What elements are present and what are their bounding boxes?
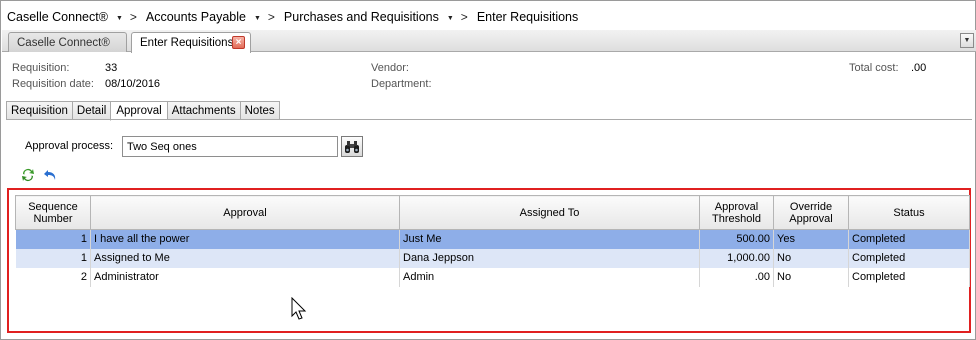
tab-attachments[interactable]: Attachments (166, 101, 240, 120)
cell-approval: Administrator (90, 267, 400, 287)
table-row[interactable]: 1 I have all the power Just Me 500.00 Ye… (15, 229, 970, 249)
breadcrumb-item-purchases-and-requisitions[interactable]: Purchases and Requisitions (284, 10, 439, 24)
chevron-down-icon[interactable]: ▼ (254, 15, 261, 22)
total-cost-value: .00 (911, 62, 927, 74)
chevron-down-icon[interactable]: ▼ (447, 15, 454, 22)
cell-threshold: 500.00 (699, 229, 774, 249)
document-tab-strip: Caselle Connect® Enter Requisitions × ▼ (2, 30, 976, 53)
column-header-approval-threshold[interactable]: Approval Threshold (699, 195, 774, 230)
tab-label: Enter Requisitions (140, 37, 234, 49)
cell-threshold: 1,000.00 (699, 248, 774, 268)
department-label: Department: (371, 78, 432, 90)
tab-notes[interactable]: Notes (239, 101, 280, 120)
cell-approval: I have all the power (90, 229, 400, 249)
breadcrumb-separator-icon: > (267, 10, 275, 24)
vendor-label: Vendor: (371, 62, 409, 74)
tab-requisition[interactable]: Requisition (6, 101, 72, 120)
requisition-date-value: 08/10/2016 (105, 78, 161, 90)
requisition-value: 33 (105, 62, 118, 74)
requisition-label: Requisition: (12, 62, 70, 74)
breadcrumb-item-caselle-connect[interactable]: Caselle Connect® (7, 10, 108, 24)
cell-assigned-to: Admin (399, 267, 700, 287)
cell-sequence: 1 (15, 248, 91, 268)
column-header-approval[interactable]: Approval (90, 195, 400, 230)
binoculars-search-button[interactable] (341, 136, 363, 157)
approval-process-input[interactable] (122, 136, 338, 157)
breadcrumb-item-accounts-payable[interactable]: Accounts Payable (146, 10, 246, 24)
cell-status: Completed (848, 248, 970, 268)
total-cost-label: Total cost: (849, 62, 899, 74)
tab-caselle-connect[interactable]: Caselle Connect® (8, 32, 127, 52)
refresh-icon[interactable] (20, 167, 36, 183)
breadcrumb-separator-icon: > (460, 10, 468, 24)
tab-enter-requisitions[interactable]: Enter Requisitions × (131, 32, 251, 53)
cell-threshold: .00 (699, 267, 774, 287)
cell-sequence: 2 (15, 267, 91, 287)
column-header-override-approval[interactable]: Override Approval (773, 195, 849, 230)
chevron-down-icon[interactable]: ▼ (116, 15, 123, 22)
cell-override: No (773, 248, 849, 268)
cell-override: Yes (773, 229, 849, 249)
tab-divider (6, 119, 972, 120)
approval-grid: Sequence Number Approval Assigned To App… (15, 195, 970, 287)
cell-sequence: 1 (15, 229, 91, 249)
column-header-sequence-number[interactable]: Sequence Number (15, 195, 91, 230)
tab-label: Caselle Connect® (17, 36, 110, 49)
breadcrumb: Caselle Connect® ▼ > Accounts Payable ▼ … (7, 9, 578, 25)
requisition-date-label: Requisition date: (12, 78, 94, 90)
table-row[interactable]: 2 Administrator Admin .00 No Completed (15, 267, 970, 287)
tab-approval[interactable]: Approval (110, 101, 167, 121)
cell-approval: Assigned to Me (90, 248, 400, 268)
cell-status: Completed (848, 267, 970, 287)
tab-detail[interactable]: Detail (71, 101, 111, 120)
binoculars-icon (345, 140, 359, 153)
column-header-assigned-to[interactable]: Assigned To (399, 195, 700, 230)
tab-list-dropdown-button[interactable]: ▼ (960, 33, 974, 48)
breadcrumb-separator-icon: > (129, 10, 137, 24)
mouse-cursor-icon (291, 297, 307, 320)
sub-tab-bar: Requisition Detail Approval Attachments … (6, 101, 280, 121)
cell-status: Completed (848, 229, 970, 249)
close-icon[interactable]: × (232, 36, 245, 49)
column-header-status[interactable]: Status (848, 195, 970, 230)
cell-assigned-to: Dana Jeppson (399, 248, 700, 268)
app-window: Caselle Connect® ▼ > Accounts Payable ▼ … (0, 0, 976, 340)
approval-process-label: Approval process: (25, 140, 114, 152)
cell-assigned-to: Just Me (399, 229, 700, 249)
undo-icon[interactable] (43, 167, 59, 183)
breadcrumb-item-enter-requisitions[interactable]: Enter Requisitions (477, 10, 578, 24)
cell-override: No (773, 267, 849, 287)
table-row[interactable]: 1 Assigned to Me Dana Jeppson 1,000.00 N… (15, 248, 970, 268)
